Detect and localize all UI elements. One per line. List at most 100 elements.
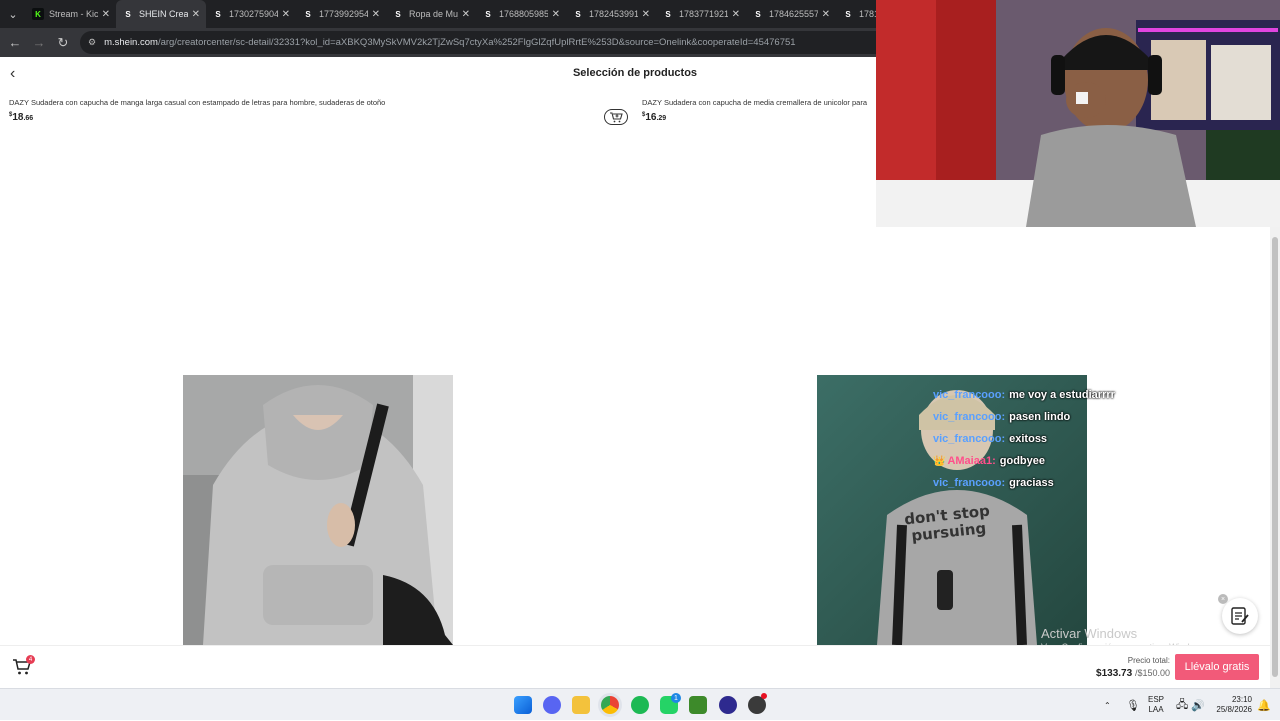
add-to-cart-button[interactable] <box>604 109 628 125</box>
tab-close-icon[interactable]: ✕ <box>192 9 200 20</box>
checkout-bar: 4 Precio total: $133.73 /$150.00 Llévalo… <box>0 645 1270 688</box>
browser-tab[interactable]: S Ropa de Mujer ✕ <box>386 0 476 28</box>
product-name[interactable]: DAZY Sudadera con capucha de manga larga… <box>9 98 385 107</box>
chat-message: vic_francooo: graciass <box>933 472 1133 494</box>
activate-windows-watermark: Activar Windows <box>1041 626 1138 641</box>
price-decimal: .66 <box>23 115 34 122</box>
clock-date: 25/8/2026 <box>1216 705 1252 714</box>
url-host: m.shein.com <box>104 37 158 48</box>
webcam-overlay <box>876 0 1280 227</box>
total-amount: $133.73 <box>1096 668 1133 679</box>
tab-close-icon[interactable]: ✕ <box>282 9 290 20</box>
chat-username: vic_francooo: <box>933 477 1006 489</box>
tab-favicon-icon: S <box>485 9 491 19</box>
browser-tab[interactable]: S 1773992954 ✕ <box>296 0 386 28</box>
chat-message: 👑 AMaiaa1: godbyee <box>933 450 1133 472</box>
start-windows-icon[interactable] <box>514 696 532 714</box>
url-path: /arg/creatorcenter/sc-detail/32331?kol_i… <box>157 37 796 48</box>
tab-title: 1784625557 <box>769 9 818 19</box>
language-indicator[interactable]: ESP LAA <box>1148 689 1164 721</box>
notifications-bell-icon[interactable]: 🔔 <box>1257 689 1271 721</box>
price-decimal: .29 <box>656 115 667 122</box>
chat-username: vic_francooo: <box>933 411 1006 423</box>
chrome-icon[interactable] <box>601 696 619 714</box>
streamer-webcam-image <box>876 0 1280 227</box>
clock[interactable]: 23:10 25/8/2026 <box>1212 689 1252 721</box>
back-arrow-icon[interactable]: ← <box>3 28 27 57</box>
tab-search-chevron-icon[interactable]: ⌄ <box>0 0 26 28</box>
obs-app-icon[interactable] <box>719 696 737 714</box>
tab-favicon-icon: K <box>32 8 44 20</box>
product-name[interactable]: DAZY Sudadera con capucha de media crema… <box>642 98 867 107</box>
grey-hoodie-photo <box>183 375 453 645</box>
total-price-value: $133.73 /$150.00 <box>1096 668 1170 679</box>
product-image[interactable] <box>183 375 453 645</box>
chat-text: graciass <box>1009 477 1054 489</box>
browser-tab[interactable]: S 1784625557 ✕ <box>746 0 836 28</box>
tab-close-icon[interactable]: ✕ <box>642 9 650 20</box>
tab-favicon-icon: S <box>215 9 221 19</box>
tab-favicon-icon: S <box>395 9 401 19</box>
tab-favicon-icon: S <box>665 9 671 19</box>
address-bar[interactable]: ⚙ m.shein.com/arg/creatorcenter/sc-detai… <box>80 31 876 54</box>
site-info-icon[interactable]: ⚙ <box>88 37 96 48</box>
tab-close-icon[interactable]: ✕ <box>822 9 830 20</box>
network-icon[interactable]: 🖧 <box>1176 689 1188 721</box>
volume-icon[interactable]: 🔊 <box>1191 689 1205 721</box>
chat-message: vic_francooo: me voy a estudiarrrr <box>933 384 1133 406</box>
microphone-icon[interactable]: 🎙 <box>1126 689 1140 721</box>
tab-title: 1730275904 <box>229 9 278 19</box>
get-free-button[interactable]: Llévalo gratis <box>1175 654 1259 680</box>
tab-favicon-icon: S <box>575 9 581 19</box>
price-integer: 18 <box>12 112 24 123</box>
chat-message: vic_francooo: exitoss <box>933 428 1133 450</box>
browser-tab[interactable]: S 1782453991 ✕ <box>566 0 656 28</box>
product-price: $16.29 <box>642 112 666 123</box>
browser-tab[interactable]: S 1768805985 ✕ <box>476 0 566 28</box>
show-hidden-icons-chevron-icon[interactable]: ⌃ <box>1104 689 1111 721</box>
chat-username: AMaiaa1: <box>947 455 996 467</box>
tab-favicon-icon: S <box>125 9 131 19</box>
product-price: $18.66 <box>9 112 33 123</box>
reload-icon[interactable]: ↻ <box>51 28 75 57</box>
floating-edit-button[interactable] <box>1222 598 1258 634</box>
tab-title: Ropa de Mujer <box>409 9 458 19</box>
tab-close-icon[interactable]: ✕ <box>102 9 110 20</box>
stream-chat-overlay: vic_francooo: me voy a estudiarrrr vic_fra… <box>933 384 1133 494</box>
whatsapp-badge: 1 <box>671 693 681 703</box>
chat-username: vic_francooo: <box>933 433 1006 445</box>
browser-tab[interactable]: K Stream - Kick ✕ <box>26 0 116 28</box>
minecraft-icon[interactable] <box>689 696 707 714</box>
discord-icon[interactable] <box>543 696 561 714</box>
forward-arrow-icon[interactable]: → <box>27 28 51 57</box>
tab-title: 1768805985 <box>499 9 548 19</box>
chat-text: exitoss <box>1009 433 1048 445</box>
close-icon[interactable]: × <box>1218 594 1228 604</box>
tab-close-icon[interactable]: ✕ <box>552 9 560 20</box>
crown-badge-icon: 👑 <box>933 455 946 467</box>
tab-close-icon[interactable]: ✕ <box>732 9 740 20</box>
tab-title: 1782453991 <box>589 9 638 19</box>
tab-close-icon[interactable]: ✕ <box>462 9 470 20</box>
browser-toolbar: ← → ↻ ⚙ m.shein.com/arg/creatorcenter/sc… <box>0 28 876 57</box>
price-integer: 16 <box>645 112 657 123</box>
browser-tab[interactable]: S SHEIN Creator ✕ <box>116 0 206 28</box>
tab-favicon-icon: S <box>845 9 851 19</box>
chat-text: pasen lindo <box>1009 411 1071 423</box>
tab-title: SHEIN Creator <box>139 9 188 19</box>
browser-tab[interactable]: S 1783771921 ✕ <box>656 0 746 28</box>
browser-tab[interactable]: S 1730275904 ✕ <box>206 0 296 28</box>
spotify-icon[interactable] <box>631 696 649 714</box>
tab-title: Stream - Kick <box>49 9 98 19</box>
notepad-icon <box>1231 607 1249 625</box>
tab-favicon-icon: S <box>755 9 761 19</box>
scrollbar-thumb[interactable] <box>1272 237 1278 677</box>
language-code: ESP <box>1148 695 1165 704</box>
tab-close-icon[interactable]: ✕ <box>372 9 380 20</box>
total-limit: /$150.00 <box>1134 668 1170 678</box>
file-explorer-icon[interactable] <box>572 696 590 714</box>
chat-message: vic_francooo: pasen lindo <box>933 406 1133 428</box>
tab-favicon-icon: S <box>305 9 311 19</box>
total-price-label: Precio total: <box>1127 656 1170 665</box>
chat-username: vic_francooo: <box>933 389 1006 401</box>
